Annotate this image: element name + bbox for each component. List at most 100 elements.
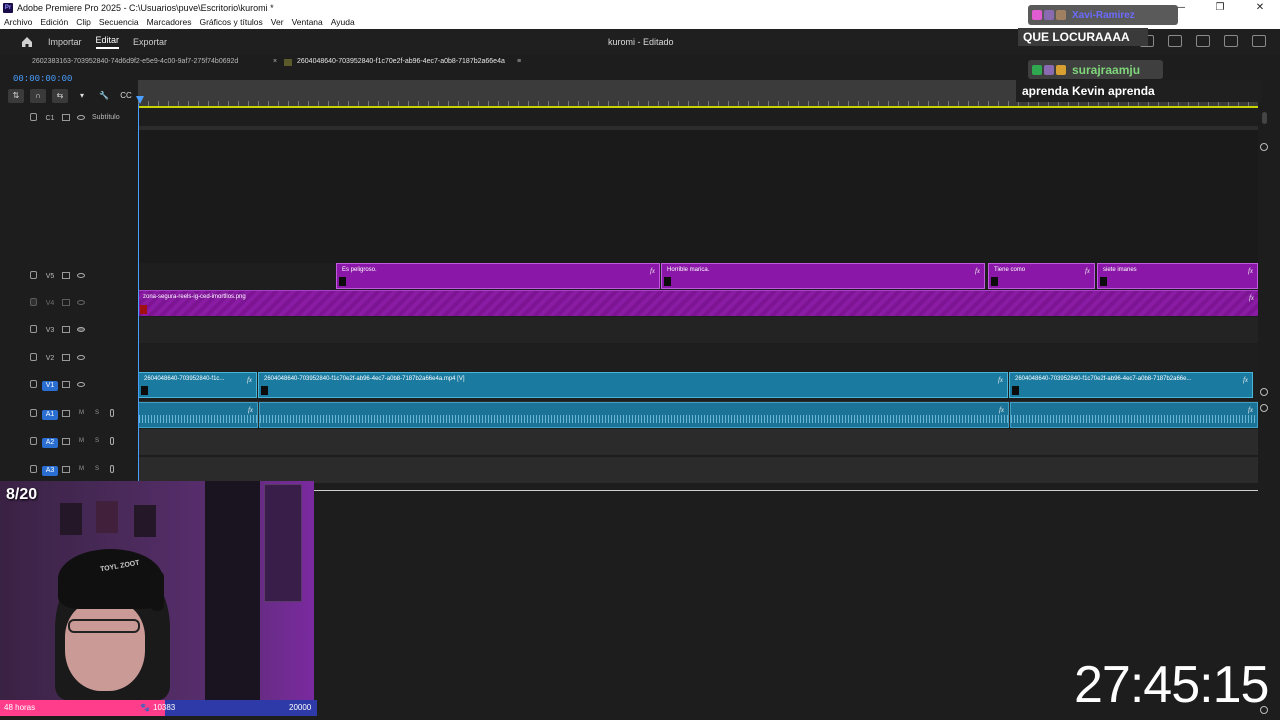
eye-icon[interactable] [77, 115, 85, 120]
tab-sequence-1[interactable]: 2602383163-703952840-74d6d9f2-e5e9-4c00-… [32, 58, 238, 65]
menu-archivo[interactable]: Archivo [4, 17, 32, 27]
mute-button[interactable]: M [79, 438, 84, 444]
mute-button[interactable]: M [79, 410, 84, 416]
menu-edicion[interactable]: Edición [40, 17, 68, 27]
panel-menu-icon[interactable] [1196, 35, 1210, 47]
fx-badge[interactable]: fx [1243, 376, 1248, 384]
menu-clip[interactable]: Clip [76, 17, 91, 27]
track-name-v1[interactable]: V1 [42, 381, 58, 391]
sync-icon[interactable] [62, 299, 70, 306]
insert-sequence-icon[interactable]: ⇅ [8, 89, 24, 103]
clip-v5-4[interactable]: siete imanes fx [1097, 263, 1258, 289]
nav-editar[interactable]: Editar [95, 35, 120, 49]
solo-button[interactable]: S [95, 466, 99, 472]
track-name-a2[interactable]: A2 [42, 438, 58, 448]
track-name-v5[interactable]: V5 [42, 272, 58, 282]
eye-icon[interactable] [77, 382, 85, 387]
sync-icon[interactable] [62, 438, 70, 445]
zoom-handle-icon[interactable] [1260, 388, 1268, 396]
playhead-handle[interactable] [136, 96, 144, 104]
playhead-timecode[interactable]: 00:00:00:00 [13, 74, 72, 84]
tab-sequence-2[interactable]: 2604048640-703952840-f1c70e2f-ab96-4ec7-… [297, 58, 505, 65]
clip-v1-2[interactable]: 2604048640-703952840-f1c70e2f-ab96-4ec7-… [258, 372, 1008, 398]
sync-icon[interactable] [62, 466, 70, 473]
work-area-bar[interactable] [138, 106, 1258, 108]
track-name-a3[interactable]: A3 [42, 466, 58, 476]
sync-icon[interactable] [62, 326, 70, 333]
vertical-scrollbar[interactable] [1262, 112, 1267, 124]
menu-secuencia[interactable]: Secuencia [99, 17, 139, 27]
close-button[interactable]: ✕ [1240, 0, 1280, 15]
lock-icon[interactable] [30, 271, 37, 279]
track-name-v2[interactable]: V2 [42, 354, 58, 364]
fx-badge[interactable]: fx [248, 406, 253, 414]
nav-exportar[interactable]: Exportar [133, 37, 167, 47]
clip-v1-3[interactable]: 2604048640-703952840-f1c70e2f-ab96-4ec7-… [1009, 372, 1253, 398]
fx-badge[interactable]: fx [998, 376, 1003, 384]
fx-badge[interactable]: fx [1248, 267, 1253, 275]
empty-lane-area[interactable] [138, 130, 1258, 263]
mic-icon[interactable] [110, 465, 114, 473]
fx-badge[interactable]: fx [1248, 406, 1253, 414]
sync-icon[interactable] [62, 354, 70, 361]
lane-v5[interactable]: Es peligroso. fx Horrible marica. fx Tie… [138, 263, 1258, 289]
lane-v3[interactable] [138, 317, 1258, 343]
fx-badge[interactable]: fx [650, 267, 655, 275]
menu-ventana[interactable]: Ventana [292, 17, 323, 27]
eye-icon[interactable] [77, 273, 85, 278]
audio-clip-a1-2[interactable]: fx [259, 402, 1009, 428]
add-marker-icon[interactable]: ▾ [74, 89, 90, 103]
menu-graficos[interactable]: Gráficos y títulos [199, 17, 262, 27]
eye-icon[interactable] [77, 300, 85, 305]
lock-icon[interactable] [30, 325, 37, 333]
share-icon[interactable] [1168, 35, 1182, 47]
fx-badge[interactable]: fx [247, 376, 252, 384]
lane-a2[interactable] [138, 429, 1258, 455]
lane-a3[interactable] [138, 457, 1258, 483]
mic-icon[interactable] [110, 437, 114, 445]
lock-icon[interactable] [30, 465, 37, 473]
sync-icon[interactable] [62, 381, 70, 388]
fx-badge[interactable]: fx [975, 267, 980, 275]
lane-v2[interactable] [138, 345, 1258, 371]
lane-v1[interactable]: 2604048640-703952840-f1c... fx 260404864… [138, 372, 1258, 398]
zoom-handle-icon[interactable] [1260, 143, 1268, 151]
lock-icon[interactable] [30, 409, 37, 417]
clip-v1-1[interactable]: 2604048640-703952840-f1c... fx [138, 372, 257, 398]
linked-selection-icon[interactable]: ⇆ [52, 89, 68, 103]
audio-clip-a1-3[interactable]: fx [1010, 402, 1258, 428]
sync-icon[interactable] [62, 114, 70, 121]
captions-icon[interactable]: CC [118, 89, 134, 103]
lock-icon[interactable] [30, 353, 37, 361]
restore-button[interactable]: ❐ [1200, 0, 1240, 15]
mute-button[interactable]: M [79, 466, 84, 472]
mic-icon[interactable] [110, 409, 114, 417]
clip-v5-3[interactable]: Tiene como fx [988, 263, 1095, 289]
menu-ayuda[interactable]: Ayuda [331, 17, 355, 27]
home-icon[interactable] [20, 35, 34, 49]
fx-badge[interactable]: fx [1085, 267, 1090, 275]
tab-menu-icon[interactable]: ≡ [517, 58, 521, 65]
fx-badge[interactable]: fx [999, 406, 1004, 414]
search-icon[interactable] [1224, 35, 1238, 47]
menu-ver[interactable]: Ver [271, 17, 284, 27]
lane-v4[interactable]: zona-segura-reels-ig-ced-imortllos.png f… [138, 290, 1258, 316]
solo-button[interactable]: S [95, 410, 99, 416]
sync-icon[interactable] [62, 410, 70, 417]
track-name-c1[interactable]: C1 [42, 114, 58, 124]
zoom-handle-icon[interactable] [1260, 404, 1268, 412]
clip-v4-png[interactable]: zona-segura-reels-ig-ced-imortllos.png f… [138, 290, 1258, 316]
track-name-v3[interactable]: V3 [42, 326, 58, 336]
clip-v5-2[interactable]: Horrible marica. fx [661, 263, 985, 289]
sync-icon[interactable] [62, 272, 70, 279]
lane-a1[interactable]: fx fx fx [138, 401, 1258, 428]
track-name-v4[interactable]: V4 [42, 299, 58, 309]
snap-icon[interactable]: ∩ [30, 89, 46, 103]
audio-clip-a1-1[interactable]: fx [138, 402, 258, 428]
lock-icon[interactable] [30, 437, 37, 445]
tab-close-icon[interactable]: × [273, 58, 277, 65]
solo-button[interactable]: S [95, 438, 99, 444]
wrench-icon[interactable]: 🔧 [96, 89, 112, 103]
track-name-a1[interactable]: A1 [42, 410, 58, 420]
lock-icon[interactable] [30, 298, 37, 306]
